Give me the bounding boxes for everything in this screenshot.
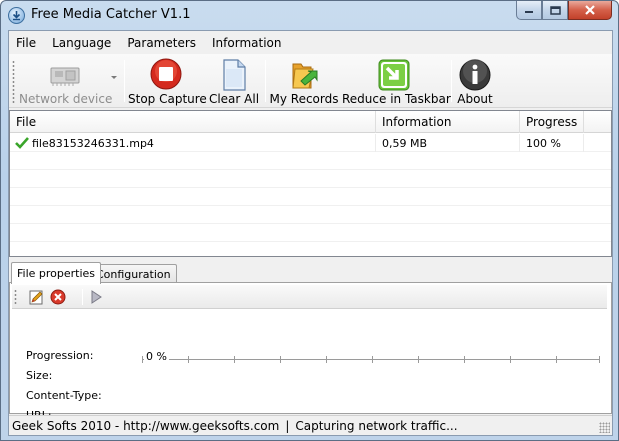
menu-file[interactable]: File [9,31,44,53]
about-label: About [457,92,493,106]
progression-slider [142,354,600,364]
empty-row [10,152,611,170]
menu-parameters[interactable]: Parameters [119,31,204,53]
close-icon [585,5,595,15]
file-information-cell: 0,59 MB [376,134,520,152]
stop-capture-button[interactable]: Stop Capture [128,54,207,108]
my-records-button[interactable]: My Records [269,54,339,108]
app-window: Free Media Catcher V1.1 File Language Pa… [0,0,619,441]
file-name-cell: file83153246331.mp4 [27,134,376,152]
progression-tick [234,356,235,363]
progression-tick [372,356,373,363]
edit-icon[interactable] [28,289,44,305]
progression-tick [188,356,189,363]
window-controls [516,1,612,21]
main-toolbar: Network device Stop Capture Clear All My… [9,54,612,108]
status-message: Capturing network traffic... [295,419,458,433]
minimize-button[interactable] [516,1,542,20]
empty-row [10,224,611,242]
column-header-progress[interactable]: Progress [520,111,584,133]
progression-label: Progression: [26,349,94,362]
menu-language[interactable]: Language [44,31,119,53]
stop-capture-label: Stop Capture [128,92,207,106]
progression-tick [464,356,465,363]
reduce-in-taskbar-label: Reduce in Taskbar [342,92,451,106]
app-icon [8,7,25,24]
table-row[interactable]: file83153246331.mp4 0,59 MB 100 % [10,134,611,152]
close-button[interactable] [568,1,612,20]
toolbar-separator [124,60,125,102]
progression-tick [510,356,511,363]
column-header-file[interactable]: File [10,111,376,133]
progression-value: 0 % [144,350,169,363]
folder-arrow-icon [292,63,318,89]
my-records-label: My Records [269,92,339,106]
file-list[interactable]: File Information Progress file8315324633… [9,110,612,257]
minimize-icon [525,11,533,13]
network-card-icon [50,67,80,86]
properties-toolbar-grip[interactable] [14,289,17,305]
clear-all-button[interactable]: Clear All [207,54,261,108]
menu-information[interactable]: Information [204,31,289,53]
stop-icon [150,58,182,90]
empty-row [10,206,611,224]
maximize-button[interactable] [542,1,568,20]
status-bar: Geek Softs 2010 - http://www.geeksofts.c… [9,415,612,435]
title-bar[interactable]: Free Media Catcher V1.1 [1,1,618,30]
clear-all-label: Clear All [208,92,260,106]
progression-tick [326,356,327,363]
column-header-information[interactable]: Information [376,111,520,133]
empty-row [10,188,611,206]
play-icon[interactable] [88,289,104,305]
property-tabs: File properties Configuration [9,262,612,284]
properties-toolbar-separator [82,289,83,305]
resize-grip[interactable] [599,422,610,433]
network-device-dropdown-icon[interactable] [111,76,117,79]
info-icon [459,59,491,91]
document-icon [223,59,246,91]
content-type-label: Content-Type: [26,389,102,402]
toolbar-separator [265,60,266,102]
toolbar-grip[interactable] [12,60,15,104]
empty-row [10,170,611,188]
window-title: Free Media Catcher V1.1 [31,7,191,22]
status-divider: | [285,419,290,433]
progression-track-line [142,359,600,360]
progression-tick [599,356,600,363]
toolbar-separator [451,60,452,102]
status-copyright: Geek Softs 2010 - http://www.geeksofts.c… [12,419,280,433]
delete-icon[interactable] [50,289,66,305]
tab-configuration[interactable]: Configuration [90,264,177,283]
progression-tick [556,356,557,363]
status-text: Geek Softs 2010 - http://www.geeksofts.c… [12,419,458,433]
reduce-in-taskbar-button[interactable]: Reduce in Taskbar [342,54,451,108]
properties-toolbar [12,285,607,309]
progression-tick [280,356,281,363]
progression-tick [418,356,419,363]
file-list-header: File Information Progress [10,111,611,133]
file-properties-panel: Progression: 0 % Size: Content-Type: URL… [9,282,612,422]
network-device-label: Network device [19,92,113,106]
client-area: File Language Parameters Information Net… [8,30,613,436]
about-button[interactable]: About [455,54,495,108]
progression-tick [142,356,143,363]
size-label: Size: [26,369,53,382]
minimize-arrow-icon [378,59,410,91]
file-progress-cell: 100 % [520,134,584,152]
tab-file-properties[interactable]: File properties [11,262,102,284]
menu-bar: File Language Parameters Information [9,31,612,53]
network-device-button[interactable]: Network device [19,54,113,108]
maximize-icon [549,5,561,15]
